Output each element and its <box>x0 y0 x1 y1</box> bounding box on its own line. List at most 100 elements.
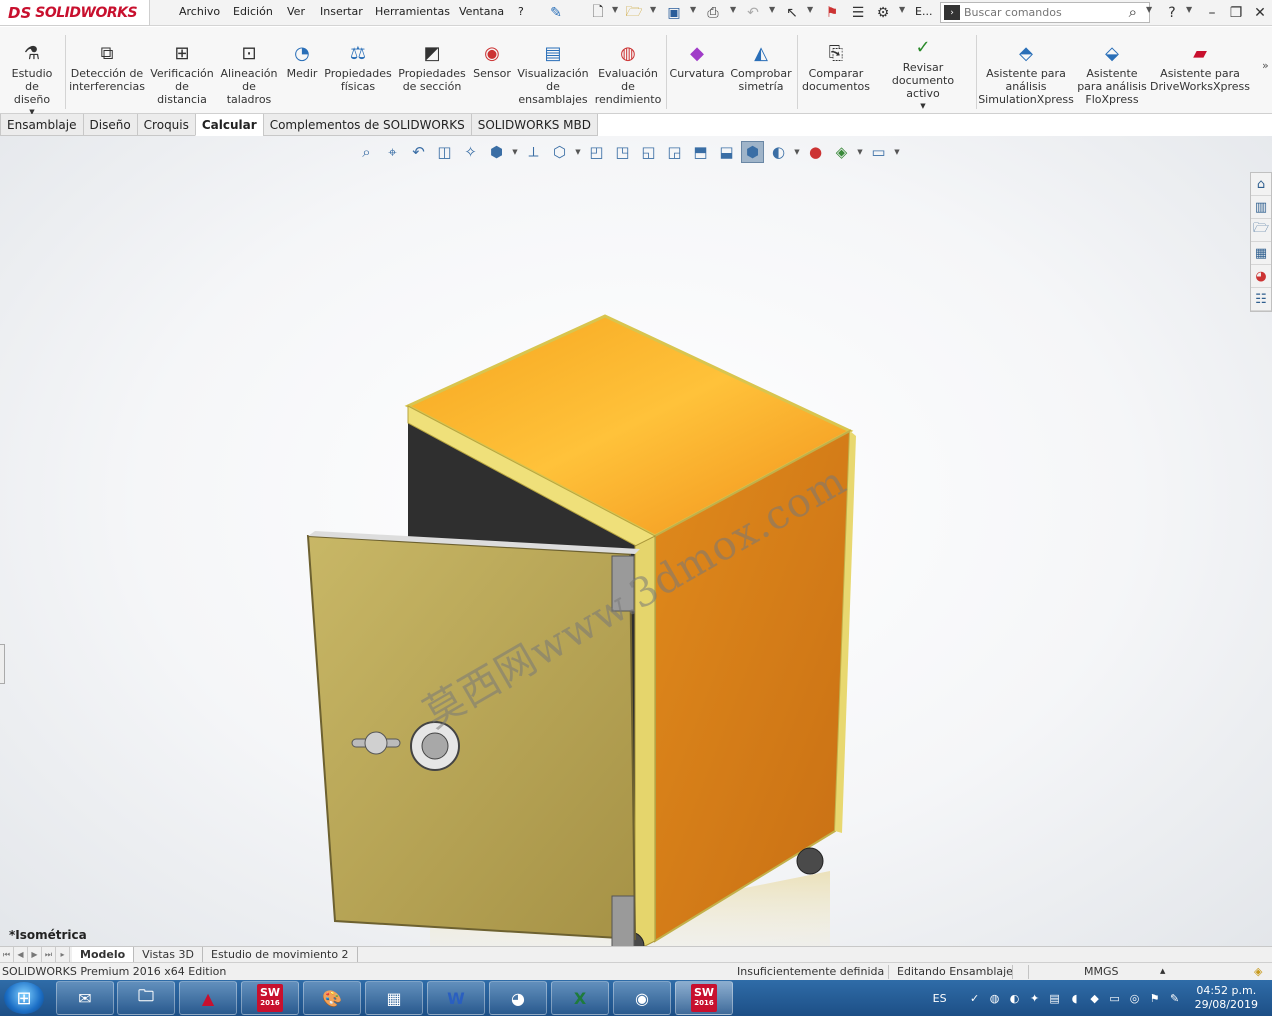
solidworks-logo[interactable]: DS SOLIDWORKS <box>0 0 150 26</box>
design-library-icon[interactable]: ▥ <box>1251 196 1271 219</box>
tray-flag-icon[interactable]: ⚑ <box>1145 992 1165 1005</box>
taskbar-media-player-icon[interactable]: ◕ <box>489 981 547 1015</box>
custom-properties-icon[interactable]: ☷ <box>1251 288 1271 311</box>
search-commands-box[interactable]: › ⌕ <box>940 2 1150 23</box>
cmd-alineacion-taladros[interactable]: ⊡ Alineación de taladros <box>219 41 279 106</box>
tray-eye-icon[interactable]: ◎ <box>1125 992 1145 1005</box>
prev-tab-icon[interactable]: ◀ <box>14 947 28 962</box>
view-settings-icon[interactable]: ▭ <box>867 141 890 163</box>
tab-diseno[interactable]: Diseño <box>82 114 138 136</box>
close-icon[interactable]: ✕ <box>1250 3 1270 23</box>
minimize-icon[interactable]: – <box>1202 3 1222 23</box>
zoom-to-fit-icon[interactable]: ⌕ <box>355 141 378 163</box>
tray-star-icon[interactable]: ✦ <box>1025 992 1045 1005</box>
menu-archivo[interactable]: Archivo <box>179 5 220 18</box>
scene-arrow[interactable]: ▼ <box>856 148 864 156</box>
pin-icon[interactable]: ✎ <box>546 3 566 23</box>
menu-edicion[interactable]: Edición <box>233 5 273 18</box>
cmd-propiedades-fisicas[interactable]: ⚖ Propiedades físicas <box>324 41 392 93</box>
tab-overflow-icon[interactable]: ▸ <box>56 947 70 962</box>
taskbar-clock[interactable]: 04:52 p.m. 29/08/2019 <box>1195 984 1258 1012</box>
cmd-comprobar-simetria[interactable]: ◭ Comprobar simetría <box>729 41 793 93</box>
taskbar-solidworks-icon[interactable]: SW 2016 <box>241 981 299 1015</box>
tab-vistas-3d[interactable]: Vistas 3D <box>134 947 203 962</box>
cmd-verificacion-distancia[interactable]: ⊞ Verificación de distancia <box>150 41 214 106</box>
menu-help[interactable]: ? <box>518 5 524 18</box>
save-dropdown-arrow[interactable]: ▼ <box>690 5 696 14</box>
search-dropdown-arrow[interactable]: ▼ <box>1146 5 1152 14</box>
open-dropdown-arrow[interactable]: ▼ <box>650 5 656 14</box>
hide-show-items-icon[interactable]: ◐ <box>767 141 790 163</box>
tray-monitor-icon[interactable]: ▭ <box>1105 992 1125 1005</box>
first-tab-icon[interactable]: ⏮ <box>0 947 14 962</box>
cmd-floxpress[interactable]: ⬙ Asistente para análisis FloXpress <box>1076 41 1148 106</box>
display-style-arrow[interactable]: ▼ <box>574 148 582 156</box>
top-view-icon[interactable]: ⬒ <box>689 141 712 163</box>
cmd-estudio-diseno[interactable]: ⚗ Estudio de diseño ▼ <box>4 41 60 119</box>
undo-icon[interactable]: ↶ <box>743 3 763 23</box>
tray-solidworks-icon[interactable]: ◆ <box>1085 992 1105 1005</box>
display-style-icon[interactable]: ⬡ <box>548 141 571 163</box>
start-button-icon[interactable]: ⊞ <box>4 982 44 1014</box>
tab-ensamblaje[interactable]: Ensamblaje <box>0 114 84 136</box>
file-properties-icon[interactable]: ☰ <box>848 3 868 23</box>
select-cursor-icon[interactable]: ↖ <box>782 3 802 23</box>
taskbar-word-icon[interactable]: W <box>427 981 485 1015</box>
menu-insertar[interactable]: Insertar <box>320 5 363 18</box>
appearances-icon[interactable]: ◕ <box>1251 265 1271 288</box>
front-view-icon[interactable]: ◰ <box>585 141 608 163</box>
apply-scene-icon[interactable]: ◈ <box>830 141 853 163</box>
new-dropdown-arrow[interactable]: ▼ <box>612 5 618 14</box>
tab-calcular[interactable]: Calcular <box>194 114 264 136</box>
home-icon[interactable]: ⌂ <box>1251 173 1271 196</box>
cmd-simulationxpress[interactable]: ⬘ Asistente para análisis SimulationXpre… <box>978 41 1074 106</box>
cmd-curvatura[interactable]: ◆ Curvatura <box>670 41 725 80</box>
taskbar-excel-icon[interactable]: X <box>551 981 609 1015</box>
tray-volume-icon[interactable]: ◖ <box>1065 992 1085 1005</box>
next-tab-icon[interactable]: ▶ <box>28 947 42 962</box>
edit-appearance-icon[interactable]: ● <box>804 141 827 163</box>
hide-show-arrow[interactable]: ▼ <box>793 148 801 156</box>
new-document-icon[interactable]: 🗋 <box>588 3 608 23</box>
tray-shield-icon[interactable]: ✓ <box>965 992 985 1005</box>
menu-herramientas[interactable]: Herramientas <box>375 5 450 18</box>
tab-modelo[interactable]: Modelo <box>72 947 135 962</box>
menu-ventana[interactable]: Ventana <box>459 5 504 18</box>
taskbar-paint-icon[interactable]: 🎨 <box>303 981 361 1015</box>
search-icon[interactable]: ⌕ <box>1129 3 1137 21</box>
cmd-sensor[interactable]: ◉ Sensor <box>471 41 513 80</box>
view-orientation-icon[interactable]: ⬢ <box>485 141 508 163</box>
tab-croquis[interactable]: Croquis <box>136 114 196 136</box>
options-gear-icon[interactable]: ⚙ <box>873 3 893 23</box>
file-explorer-icon[interactable]: 🗁 <box>1251 219 1271 242</box>
rebuild-icon[interactable]: ⚑ <box>822 3 842 23</box>
select-dropdown-arrow[interactable]: ▼ <box>807 5 813 14</box>
isometric-view-icon[interactable]: ⬢ <box>741 141 764 163</box>
tab-estudio-movimiento[interactable]: Estudio de movimiento 2 <box>203 947 358 962</box>
help-question-icon[interactable]: ? <box>1162 3 1182 23</box>
tab-solidworks-mbd[interactable]: SOLIDWORKS MBD <box>470 114 599 136</box>
restore-icon[interactable]: ❐ <box>1226 3 1246 23</box>
print-dropdown-arrow[interactable]: ▼ <box>730 5 736 14</box>
cmd-revisar-documento[interactable]: ✓ Revisar documento activo ▼ <box>874 35 972 113</box>
dynamic-annotation-icon[interactable]: ✧ <box>459 141 482 163</box>
graphics-area[interactable]: ⌕ ⌖ ↶ ◫ ✧ ⬢ ▼ ⟂ ⬡ ▼ ◰ ◳ ◱ ◲ ⬒ ⬓ ⬢ ◐ ▼ ● … <box>0 136 1272 946</box>
taskbar-outlook-icon[interactable]: ✉ <box>56 981 114 1015</box>
normal-to-icon[interactable]: ⟂ <box>522 141 545 163</box>
tag-icon[interactable]: ◈ <box>1254 965 1262 978</box>
right-view-icon[interactable]: ◲ <box>663 141 686 163</box>
taskbar-autocad-icon[interactable]: ▲ <box>179 981 237 1015</box>
open-icon[interactable]: 🗁 <box>624 3 644 23</box>
last-tab-icon[interactable]: ⏭ <box>42 947 56 962</box>
left-view-icon[interactable]: ◱ <box>637 141 660 163</box>
tray-network-icon[interactable]: ▤ <box>1045 992 1065 1005</box>
search-input[interactable] <box>964 6 1114 19</box>
bottom-view-icon[interactable]: ⬓ <box>715 141 738 163</box>
feature-manager-handle[interactable] <box>0 644 5 684</box>
undo-dropdown-arrow[interactable]: ▼ <box>769 5 775 14</box>
options-dropdown-arrow[interactable]: ▼ <box>899 5 905 14</box>
tray-sync-icon[interactable]: ◐ <box>1005 992 1025 1005</box>
save-icon[interactable]: ▣ <box>664 3 684 23</box>
menu-ver[interactable]: Ver <box>287 5 305 18</box>
view-settings-arrow[interactable]: ▼ <box>893 148 901 156</box>
